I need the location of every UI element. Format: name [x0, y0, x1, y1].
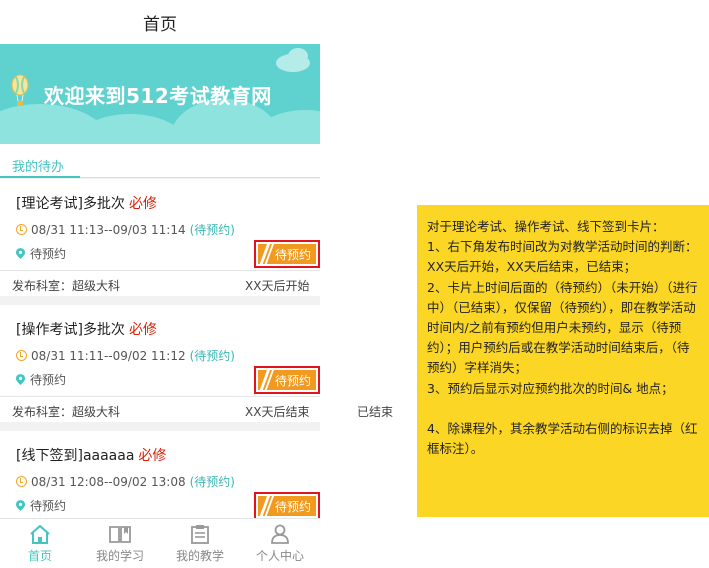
note-line: 对于理论考试、操作考试、线下签到卡片：: [427, 219, 665, 234]
book-icon: [109, 526, 131, 543]
card-name: aaaaaa: [82, 448, 135, 464]
card-location-row: 待预约: [16, 371, 66, 388]
clock-icon: [16, 476, 27, 487]
card-title: [理论考试]多批次 必修: [16, 193, 157, 213]
tab-label: 我的学习: [95, 549, 144, 563]
card-title: [操作考试]多批次 必修: [16, 319, 157, 339]
note-line: 3、预约后显示对应预约批次的时间& 地点；: [427, 380, 674, 396]
time-status: (待预约): [189, 475, 235, 489]
card-title: [线下签到]aaaaaa 必修: [16, 445, 166, 465]
note-line: 1、右下角发布时间改为对教学活动时间的判断：XX天后开始，XX天后结束，已结束；: [427, 239, 698, 275]
ended-status-label: 已结束: [357, 405, 394, 419]
card-location-row: 待预约: [16, 497, 66, 514]
todo-tab-strip: 我的待办: [0, 144, 320, 178]
card-location: 待预约: [30, 247, 67, 261]
book-button[interactable]: 待预约: [254, 492, 320, 520]
page-title: 首页: [143, 14, 177, 35]
activity-card[interactable]: [理论考试]多批次 必修 08/31 11:13--09/03 11:14 (待预…: [0, 179, 320, 296]
publish-dept: 发布科室：超级大科: [12, 405, 121, 419]
banner-title: 欢迎来到512考试教育网: [44, 84, 272, 108]
card-type: [操作考试]: [16, 322, 83, 338]
card-location: 待预约: [30, 373, 67, 387]
time-status: (待预约): [189, 223, 235, 237]
book-button[interactable]: 待预约: [254, 240, 320, 268]
note-line: [427, 399, 699, 419]
note-line: 4、除课程外，其余教学活动右侧的标识去掉（红框标注）。: [427, 421, 698, 457]
tab-label: 个人中心: [255, 549, 304, 563]
tab-home[interactable]: 首页: [0, 519, 80, 568]
book-button-label: 待预约: [274, 373, 311, 388]
tab-my-study[interactable]: 我的学习: [80, 519, 160, 568]
card-time-row: 08/31 12:08--09/02 13:08 (待预约): [16, 473, 235, 490]
mobile-app-screen: 首页 欢迎来到512考试教育网 我的待办 [理论考试]多批次 必修 08/31 1…: [0, 0, 320, 568]
card-footer: 发布科室：超级大科 XX天后结束: [0, 396, 320, 422]
book-button-label: 待预约: [274, 499, 311, 514]
card-time-row: 08/31 11:13--09/03 11:14 (待预约): [16, 221, 235, 238]
tab-label: 我的教学: [175, 549, 224, 563]
card-type: [线下签到]: [16, 448, 83, 464]
card-name: 多批次: [82, 322, 125, 338]
required-tag: 必修: [128, 322, 157, 338]
card-time: 08/31 11:13--09/03 11:14: [31, 222, 186, 237]
time-judgement: XX天后结束: [245, 405, 310, 419]
location-pin-icon: [16, 374, 25, 385]
active-tab-indicator: [0, 176, 80, 178]
tab-my-todo[interactable]: 我的待办: [12, 156, 64, 175]
location-pin-icon: [16, 248, 25, 259]
bottom-tab-bar: 首页 我的学习 我的教学 个人中心: [0, 518, 320, 568]
clipboard-icon: [191, 525, 209, 544]
book-button-label: 待预约: [274, 247, 311, 262]
time-judgement: XX天后开始: [245, 279, 310, 293]
card-type: [理论考试]: [16, 196, 83, 212]
clock-icon: [16, 350, 27, 361]
note-line: 2、卡片上时间后面的（待预约）（未开始）（进行中）（已结束），仅保留（待预约），…: [427, 279, 698, 376]
card-time: 08/31 11:11--09/02 11:12: [31, 348, 186, 363]
card-time-row: 08/31 11:11--09/02 11:12 (待预约): [16, 347, 235, 364]
tab-label: 首页: [27, 549, 52, 563]
required-tag: 必修: [138, 448, 167, 464]
location-pin-icon: [16, 500, 25, 511]
user-icon: [271, 524, 289, 544]
publish-dept: 发布科室：超级大科: [12, 279, 121, 293]
card-name: 多批次: [82, 196, 125, 212]
card-location: 待预约: [30, 499, 67, 513]
tab-my-teaching[interactable]: 我的教学: [160, 519, 240, 568]
balloon-icon: [11, 74, 29, 106]
required-tag: 必修: [128, 196, 157, 212]
home-icon: [30, 524, 50, 544]
card-location-row: 待预约: [16, 245, 66, 262]
clock-icon: [16, 224, 27, 235]
book-button[interactable]: 待预约: [254, 366, 320, 394]
time-status: (待预约): [189, 349, 235, 363]
top-bar: 首页: [0, 0, 320, 44]
annotation-note: 对于理论考试、操作考试、线下签到卡片： 1、右下角发布时间改为对教学活动时间的判…: [417, 205, 709, 517]
card-footer: 发布科室：超级大科 XX天后开始: [0, 270, 320, 296]
activity-card[interactable]: [操作考试]多批次 必修 08/31 11:11--09/02 11:12 (待预…: [0, 305, 320, 422]
card-time: 08/31 12:08--09/02 13:08: [31, 474, 186, 489]
tab-personal-center[interactable]: 个人中心: [240, 519, 320, 568]
activity-card[interactable]: [线下签到]aaaaaa 必修 08/31 12:08--09/02 13:08 …: [0, 431, 320, 521]
welcome-banner[interactable]: 欢迎来到512考试教育网: [0, 44, 320, 144]
